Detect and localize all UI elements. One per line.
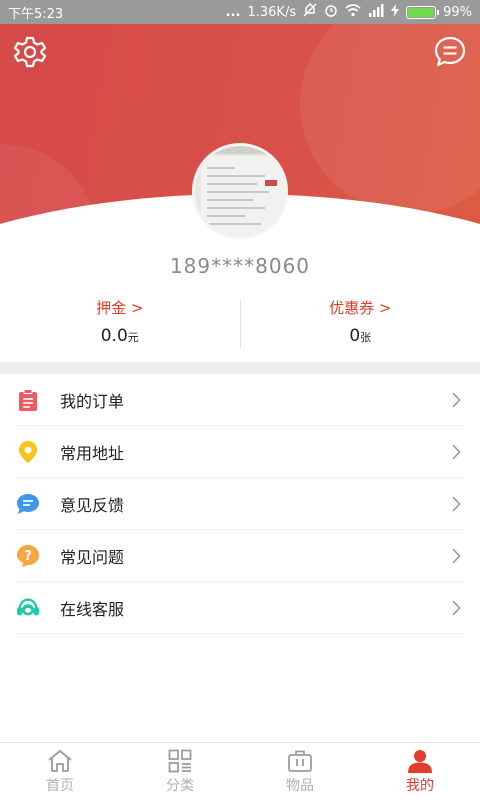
wifi-icon bbox=[345, 3, 361, 21]
account-stats: 押金 > 0.0元 优惠券 > 0张 bbox=[0, 298, 480, 354]
signal-icon bbox=[368, 3, 384, 21]
gear-icon bbox=[13, 36, 47, 68]
mute-icon bbox=[303, 2, 317, 21]
chat-bubble-icon bbox=[16, 492, 40, 516]
deposit-stat[interactable]: 押金 > 0.0元 bbox=[0, 298, 240, 354]
menu-label-orders: 我的订单 bbox=[60, 392, 125, 411]
menu-label-faq: 常见问题 bbox=[60, 548, 125, 567]
menu-item-faq[interactable]: ? 常见问题 bbox=[0, 530, 480, 582]
message-button[interactable] bbox=[432, 34, 468, 70]
svg-text:?: ? bbox=[24, 549, 32, 564]
menu-item-support[interactable]: 在线客服 bbox=[0, 582, 480, 634]
tab-mine[interactable]: 我的 bbox=[360, 743, 480, 800]
deposit-label: 押金 > bbox=[96, 299, 144, 317]
deposit-value-row: 0.0元 bbox=[101, 326, 139, 346]
battery-percent: 99% bbox=[443, 4, 472, 20]
home-icon bbox=[48, 749, 72, 772]
menu-label-addresses: 常用地址 bbox=[60, 444, 125, 463]
charging-icon bbox=[391, 3, 400, 21]
deposit-value: 0.0 bbox=[100, 326, 128, 346]
coupon-label: 优惠券 > bbox=[329, 299, 392, 317]
location-pin-icon bbox=[16, 440, 40, 464]
question-icon: ? bbox=[16, 544, 40, 568]
tab-label-home: 首页 bbox=[46, 777, 74, 794]
avatar[interactable] bbox=[192, 143, 288, 239]
status-bar: 下午5:23 ... 1.36K/s 99% bbox=[0, 0, 480, 24]
section-gap bbox=[0, 362, 480, 374]
chevron-right-icon bbox=[446, 548, 466, 564]
deposit-unit: 元 bbox=[127, 331, 139, 344]
menu-list: 我的订单 常用地址 意见反馈 ? 常见问题 在线客服 bbox=[0, 374, 480, 634]
coupon-value: 0 bbox=[349, 326, 361, 346]
menu-item-orders[interactable]: 我的订单 bbox=[0, 374, 480, 426]
headset-icon bbox=[16, 596, 40, 620]
menu-label-feedback: 意见反馈 bbox=[60, 496, 125, 515]
clipboard-icon bbox=[16, 388, 40, 412]
coupon-value-row: 0张 bbox=[349, 326, 371, 346]
tab-label-category: 分类 bbox=[166, 777, 194, 794]
menu-item-addresses[interactable]: 常用地址 bbox=[0, 426, 480, 478]
network-speed: 1.36K/s bbox=[247, 4, 297, 20]
status-indicators: ... 1.36K/s 99% bbox=[225, 2, 472, 21]
bottom-tab-bar: 首页 分类 物品 我的 bbox=[0, 742, 480, 800]
category-grid-icon bbox=[168, 749, 192, 772]
menu-item-feedback[interactable]: 意见反馈 bbox=[0, 478, 480, 530]
status-dots: ... bbox=[225, 4, 241, 20]
coupon-unit: 张 bbox=[360, 331, 372, 344]
tab-label-mine: 我的 bbox=[406, 777, 434, 794]
status-time: 下午5:23 bbox=[8, 6, 64, 22]
chevron-right-icon bbox=[446, 444, 466, 460]
tab-label-items: 物品 bbox=[286, 777, 314, 794]
user-icon bbox=[408, 749, 432, 773]
user-phone: 189****8060 bbox=[169, 254, 311, 278]
alarm-icon bbox=[324, 3, 338, 21]
tab-category[interactable]: 分类 bbox=[120, 743, 240, 800]
battery-icon bbox=[406, 5, 440, 19]
chevron-right-icon bbox=[446, 496, 466, 512]
tab-items[interactable]: 物品 bbox=[240, 743, 360, 800]
menu-label-support: 在线客服 bbox=[60, 600, 125, 619]
chevron-right-icon bbox=[446, 600, 466, 616]
bag-icon bbox=[288, 750, 312, 772]
chevron-right-icon bbox=[446, 392, 466, 408]
message-icon bbox=[434, 36, 466, 67]
tab-home[interactable]: 首页 bbox=[0, 743, 120, 800]
settings-button[interactable] bbox=[12, 34, 48, 70]
coupon-stat[interactable]: 优惠券 > 0张 bbox=[241, 298, 480, 354]
